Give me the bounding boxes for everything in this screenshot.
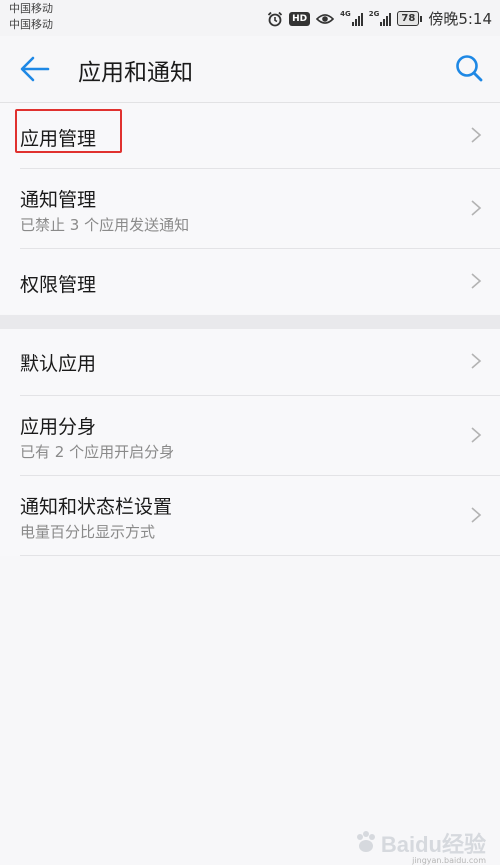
status-bar: 中国移动 中国移动 HD 4G 2G 78 傍晚5:14 <box>0 0 500 36</box>
chevron-right-icon <box>471 507 482 523</box>
chevron-right-icon <box>471 200 482 216</box>
settings-group-2: 默认应用 应用分身 已有 2 个应用开启分身 通知和状态栏设置 电量百分比显示方… <box>0 329 500 556</box>
back-arrow-icon[interactable] <box>20 55 50 83</box>
signal-icon-2: 2G <box>369 11 392 26</box>
eye-icon <box>316 13 335 24</box>
baidu-watermark: Baidu经验 <box>353 827 486 859</box>
page-title: 应用和通知 <box>78 60 193 86</box>
section-divider <box>0 315 500 329</box>
settings-group-1: 应用管理 通知管理 已禁止 3 个应用发送通知 权限管理 <box>0 103 500 314</box>
list-item-permission-management[interactable]: 权限管理 <box>20 249 500 314</box>
clock: 傍晚5:14 <box>428 10 492 28</box>
paw-icon <box>356 831 375 852</box>
list-item-label: 权限管理 <box>20 274 97 296</box>
chevron-right-icon <box>471 427 482 443</box>
list-item-subtitle: 已有 2 个应用开启分身 <box>20 443 175 461</box>
hd-badge: HD <box>289 11 311 26</box>
search-icon[interactable] <box>454 53 484 83</box>
list-item-subtitle: 已禁止 3 个应用发送通知 <box>20 216 190 234</box>
battery-icon: 78 <box>397 11 423 26</box>
list-item-label: 默认应用 <box>20 353 97 375</box>
chevron-right-icon <box>471 273 482 289</box>
watermark-text: Baidu经验 <box>380 832 486 857</box>
list-item-default-apps[interactable]: 默认应用 <box>20 329 500 396</box>
app-bar: 应用和通知 <box>0 36 500 103</box>
alarm-icon <box>267 11 283 26</box>
list-item-notification-management[interactable]: 通知管理 已禁止 3 个应用发送通知 <box>20 169 500 249</box>
status-icons: HD 4G 2G 78 傍晚5:14 <box>267 8 492 29</box>
list-item-label: 通知和状态栏设置 <box>20 496 173 518</box>
carrier-2: 中国移动 <box>9 18 53 31</box>
watermark-url: jingyan.baidu.com <box>412 856 486 865</box>
battery-level: 78 <box>397 11 420 26</box>
list-item-app-management[interactable]: 应用管理 <box>15 103 500 169</box>
list-item-label: 应用分身 <box>20 416 97 438</box>
list-item-notification-statusbar-settings[interactable]: 通知和状态栏设置 电量百分比显示方式 <box>20 476 500 556</box>
list-item-subtitle: 电量百分比显示方式 <box>20 523 156 541</box>
signal-icon-1: 4G <box>340 11 363 26</box>
chevron-right-icon <box>471 353 482 369</box>
list-item-app-twin[interactable]: 应用分身 已有 2 个应用开启分身 <box>20 396 500 476</box>
list-item-label: 通知管理 <box>20 189 97 211</box>
carrier-1: 中国移动 <box>9 2 53 15</box>
chevron-right-icon <box>471 127 482 143</box>
list-item-label: 应用管理 <box>20 128 97 150</box>
